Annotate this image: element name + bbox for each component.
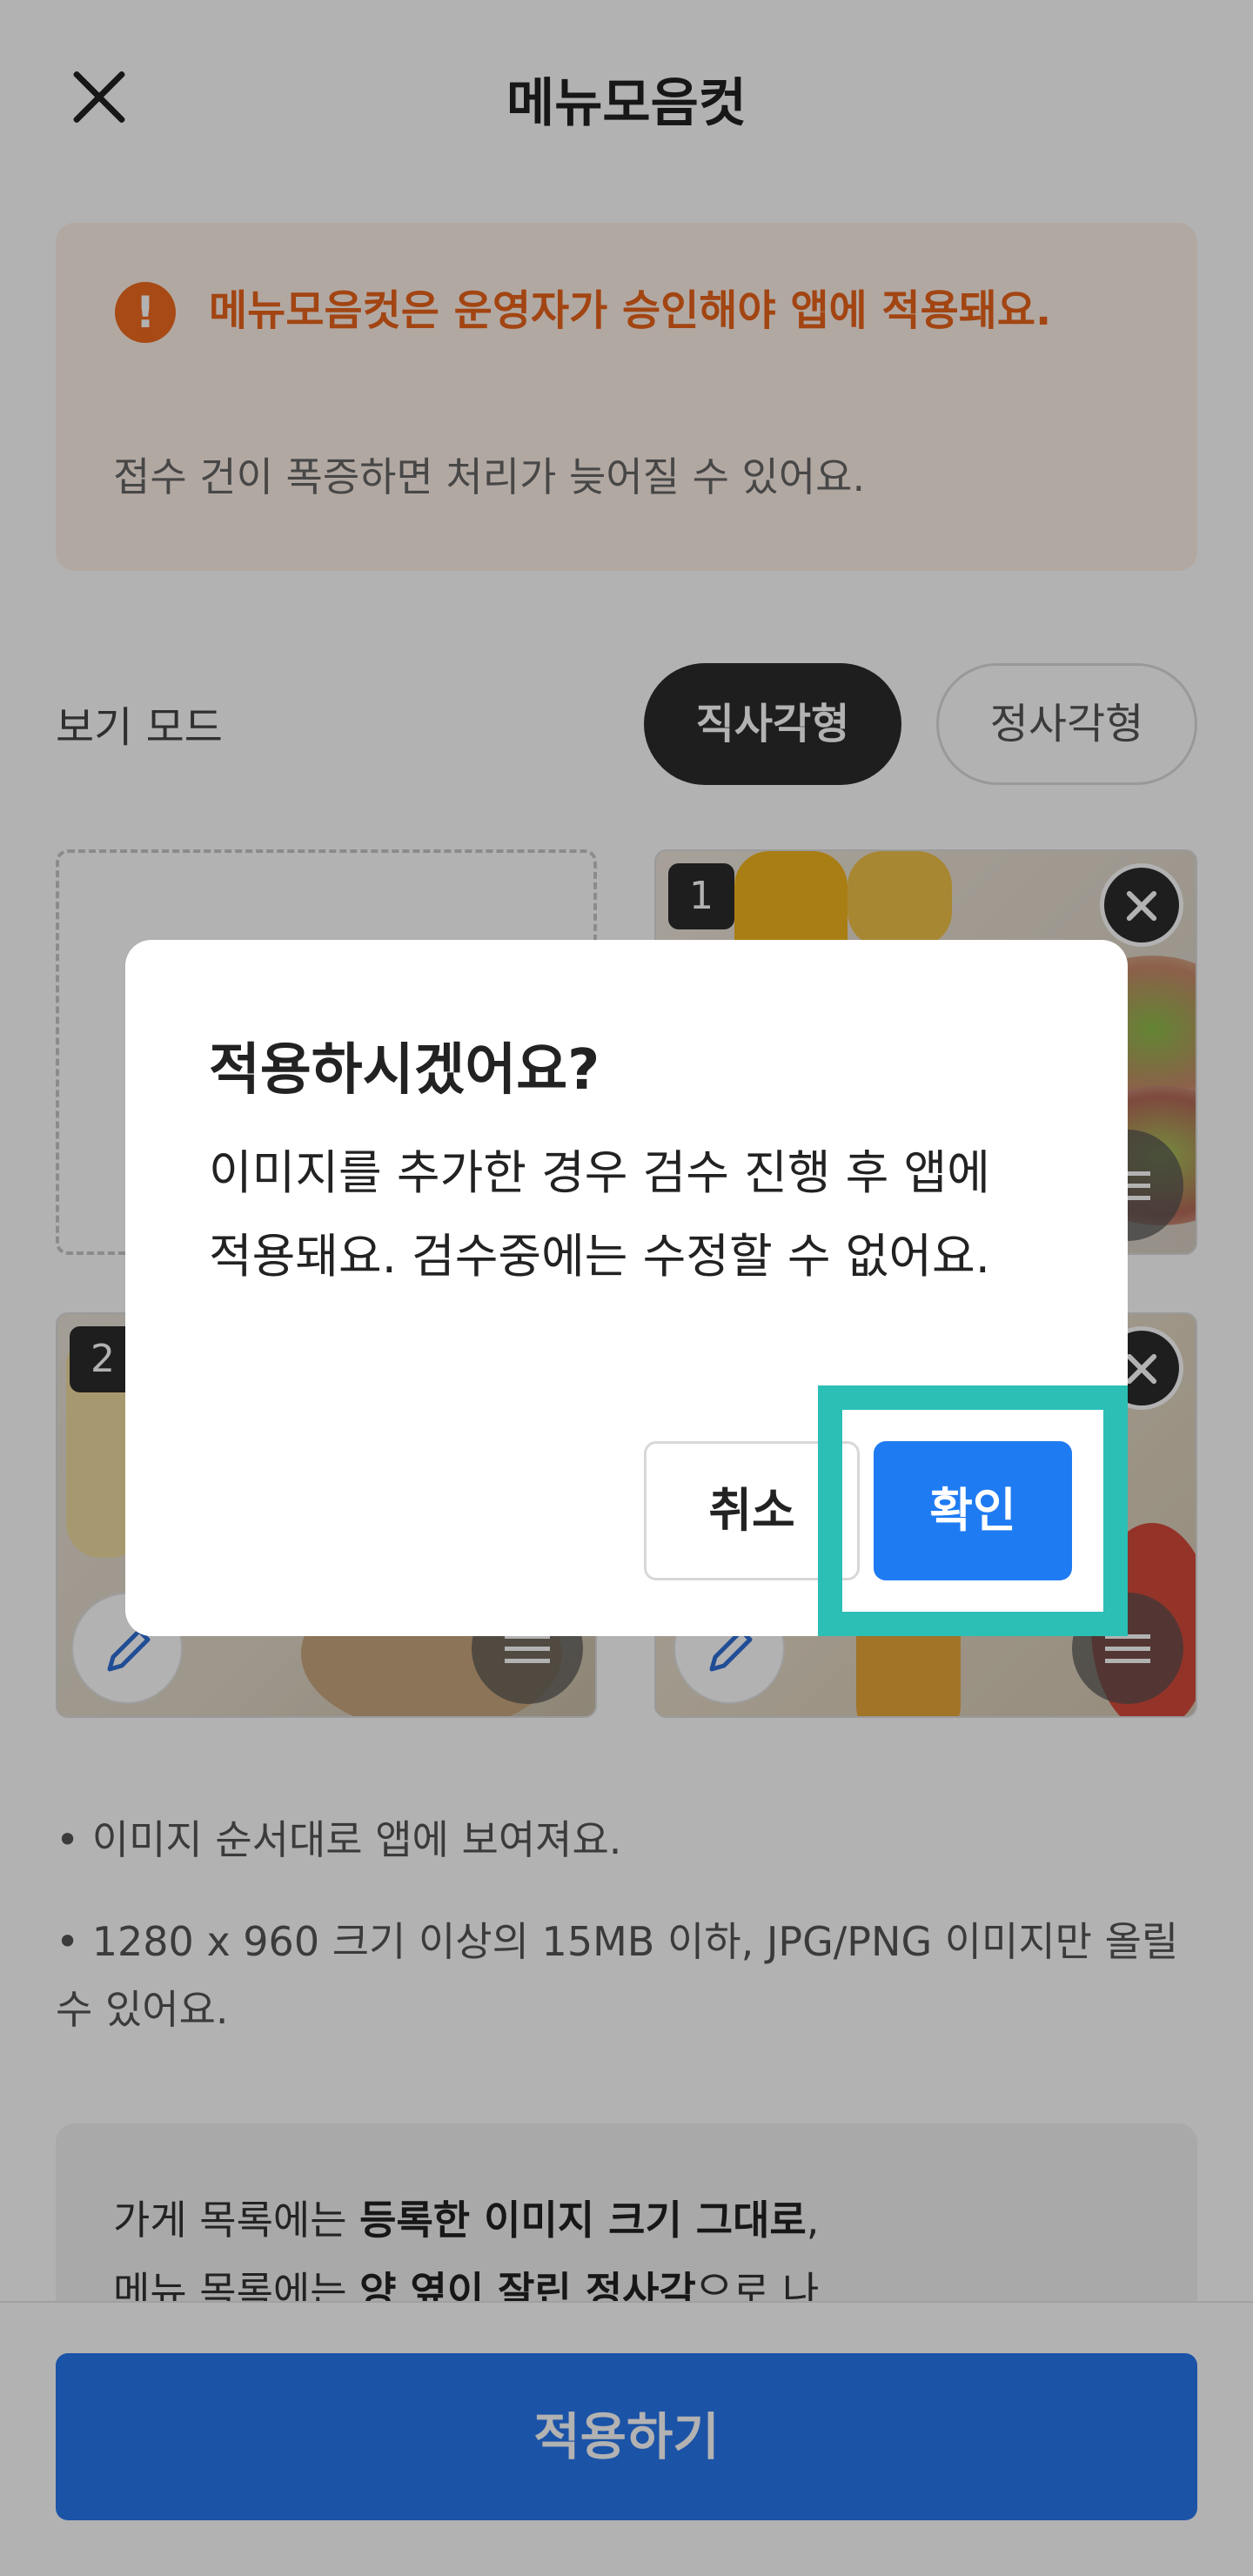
- confirm-button[interactable]: 확인: [874, 1441, 1072, 1580]
- dialog-title: 적용하시겠어요?: [209, 1038, 600, 1103]
- dialog-body: 이미지를 추가한 경우 검수 진행 후 앱에 적용돼요. 검수중에는 수정할 수…: [209, 1145, 990, 1284]
